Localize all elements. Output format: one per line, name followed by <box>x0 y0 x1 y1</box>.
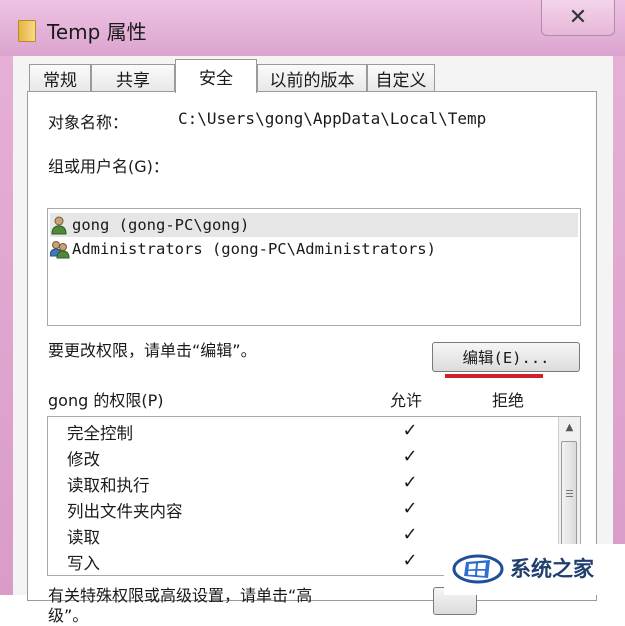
allow-check: ✓ <box>402 446 418 467</box>
permission-name: 读取 <box>67 528 100 547</box>
permission-row: 完全控制 <box>67 419 133 445</box>
group-or-user-label: 组或用户名(G)： <box>48 157 169 176</box>
tab-general[interactable]: 常规 <box>29 64 91 92</box>
permission-row: 写入 <box>67 549 100 575</box>
close-icon: ✕ <box>568 4 588 30</box>
window-title: Temp 属性 <box>47 20 147 44</box>
deny-header: 拒绝 <box>492 391 525 410</box>
permission-name: 读取和执行 <box>67 476 150 495</box>
tab-customize[interactable]: 自定义 <box>367 64 435 92</box>
users-listbox[interactable]: gong (gong-PC\gong) Administrators (gong… <box>47 208 581 326</box>
list-item[interactable]: gong (gong-PC\gong) <box>50 213 578 237</box>
edit-button-label: 编辑(E)... <box>462 349 550 367</box>
tab-label: 以前的版本 <box>269 71 355 91</box>
close-button[interactable]: ✕ <box>541 0 615 36</box>
object-name-label: 对象名称： <box>48 113 129 132</box>
allow-check: ✓ <box>402 550 418 571</box>
security-panel: 对象名称： C:\Users\gong\AppData\Local\Temp 组… <box>27 91 597 625</box>
permission-name: 完全控制 <box>67 424 133 443</box>
tab-label: 常规 <box>43 71 77 91</box>
allow-check: ✓ <box>402 498 418 519</box>
tab-sharing[interactable]: 共享 <box>91 64 175 92</box>
permission-name: 写入 <box>67 554 100 573</box>
object-name-value: C:\Users\gong\AppData\Local\Temp <box>178 109 487 128</box>
edit-button[interactable]: 编辑(E)... <box>432 342 580 372</box>
tab-label: 自定义 <box>375 71 427 91</box>
scroll-up-icon[interactable]: ▲ <box>559 417 580 437</box>
tab-label: 安全 <box>199 69 233 89</box>
tab-security[interactable]: 安全 <box>175 59 257 93</box>
allow-check: ✓ <box>402 524 418 545</box>
watermark: 系统之家 <box>444 544 625 595</box>
user-name: Administrators (gong-PC\Administrators) <box>72 240 436 258</box>
watermark-text: 系统之家 <box>510 557 594 581</box>
user-group-icon <box>49 239 70 259</box>
permission-row: 修改 <box>67 445 100 471</box>
allow-check: ✓ <box>402 420 418 441</box>
permission-row: 读取和执行 <box>67 471 150 497</box>
folder-icon <box>18 20 36 42</box>
change-permissions-hint: 要更改权限，请单击“编辑”。 <box>48 341 257 360</box>
tab-label: 共享 <box>116 71 150 91</box>
allow-header: 允许 <box>390 391 423 410</box>
advanced-hint-line2: 级”。 <box>48 606 89 625</box>
permission-row: 读取 <box>67 523 100 549</box>
allow-check: ✓ <box>402 472 418 493</box>
title-bar[interactable]: Temp 属性 ✕ <box>0 0 625 56</box>
permission-name: 修改 <box>67 450 100 469</box>
scroll-thumb[interactable] <box>561 441 577 549</box>
permissions-label: gong 的权限(P) <box>48 391 164 410</box>
watermark-logo-icon <box>452 554 504 584</box>
permission-row: 列出文件夹内容 <box>67 497 183 523</box>
list-item[interactable]: Administrators (gong-PC\Administrators) <box>49 237 436 261</box>
user-icon <box>50 215 68 235</box>
permission-name: 列出文件夹内容 <box>67 502 183 521</box>
dialog-client: 常规 共享 安全 以前的版本 自定义 对象名称： C:\Users\gong\A… <box>13 56 613 625</box>
user-name: gong (gong-PC\gong) <box>72 216 250 234</box>
highlight-underline <box>445 374 543 378</box>
tab-previous-versions[interactable]: 以前的版本 <box>257 64 367 92</box>
